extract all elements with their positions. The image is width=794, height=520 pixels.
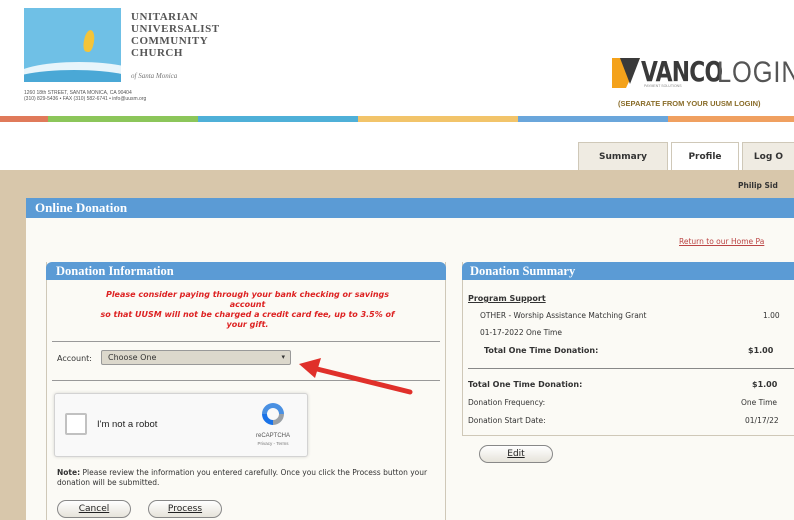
vanco-v-icon — [612, 58, 640, 88]
program-heading: Program Support — [468, 294, 546, 303]
church-subtitle: of Santa Monica — [131, 72, 178, 80]
frequency-label: Donation Frequency: — [468, 398, 546, 407]
login-note: (SEPARATE FROM YOUR UUSM LOGIN) — [618, 99, 761, 108]
recaptcha-terms[interactable]: Privacy - Terms — [248, 441, 298, 446]
chalice-flame-icon — [82, 29, 96, 53]
donation-summary-title: Donation Summary — [462, 262, 794, 280]
user-name: Philip Sid — [738, 181, 778, 190]
review-note: Note: Please review the information you … — [57, 468, 428, 487]
account-select[interactable]: Choose One ▾ — [101, 350, 291, 365]
item-name: OTHER - Worship Assistance Matching Gran… — [480, 311, 647, 320]
chevron-down-icon: ▾ — [281, 353, 285, 361]
item-date: 01-17-2022 One Time — [480, 328, 562, 337]
church-logo — [24, 8, 121, 82]
page-title: Online Donation — [26, 198, 794, 218]
recaptcha-brand: reCAPTCHA — [255, 433, 290, 439]
site-header: UNITARIAN UNIVERSALIST COMMUNITY CHURCH … — [0, 0, 794, 118]
tab-logout[interactable]: Log O — [742, 142, 794, 170]
total-value: $1.00 — [752, 380, 778, 389]
church-name: UNITARIAN UNIVERSALIST COMMUNITY CHURCH — [131, 11, 220, 59]
tab-summary[interactable]: Summary — [578, 142, 668, 170]
cancel-button[interactable]: Cancel — [57, 500, 131, 518]
start-date-value: 01/17/22 — [745, 416, 779, 425]
login-heading: LOGIN — [717, 56, 794, 89]
donation-info-title: Donation Information — [46, 262, 446, 280]
item-amount: 1.00 — [763, 311, 780, 320]
fee-warning: Please consider paying through your bank… — [100, 290, 395, 329]
process-button[interactable]: Process — [148, 500, 222, 518]
subtotal-label: Total One Time Donation: — [484, 346, 599, 355]
red-arrow-annotation — [299, 358, 413, 395]
edit-button[interactable]: Edit — [479, 445, 553, 463]
divider — [52, 341, 440, 342]
total-label: Total One Time Donation: — [468, 380, 583, 389]
start-date-label: Donation Start Date: — [468, 416, 546, 425]
vanco-tagline: PAYMENT SOLUTIONS — [644, 84, 682, 88]
account-label: Account: — [57, 354, 92, 363]
recaptcha-label: I'm not a robot — [97, 419, 158, 430]
recaptcha-checkbox[interactable] — [65, 413, 87, 435]
church-address: 1260 18th STREET, SANTA MONICA, CA 90404… — [24, 90, 147, 102]
divider — [468, 368, 794, 369]
recaptcha-icon — [262, 403, 284, 425]
frequency-value: One Time — [741, 398, 778, 407]
tab-profile[interactable]: Profile — [671, 142, 739, 170]
subtotal-value: $1.00 — [748, 346, 774, 355]
return-home-link[interactable]: Return to our Home Pa — [679, 237, 764, 246]
account-select-value: Choose One — [108, 353, 157, 362]
